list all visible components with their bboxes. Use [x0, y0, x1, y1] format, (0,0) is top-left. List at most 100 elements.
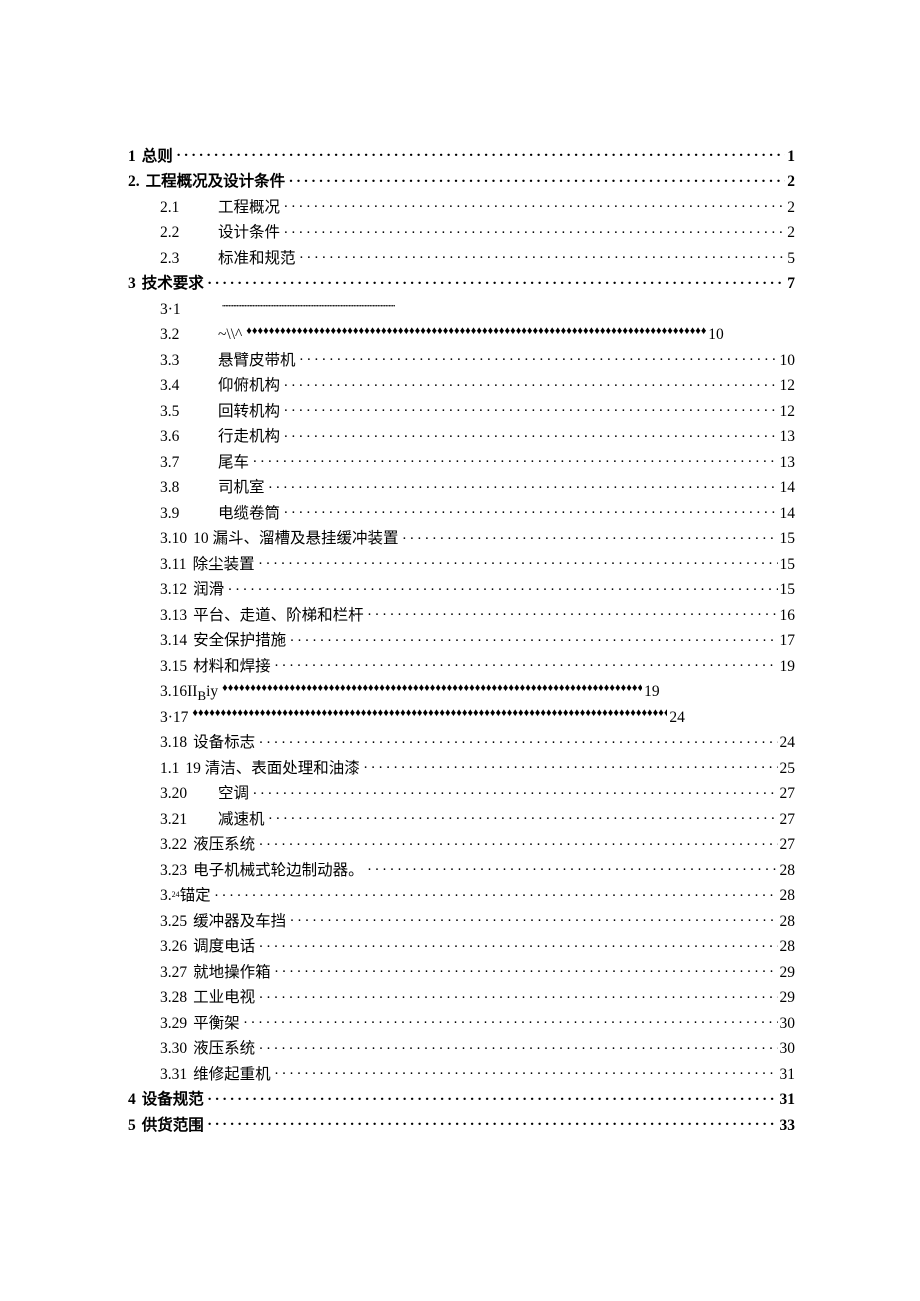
toc-row: 3.9电缆卷筒14: [128, 502, 795, 518]
toc-page-number: 30: [780, 1041, 796, 1057]
toc-leader: [259, 834, 777, 850]
toc-number: 3·1: [160, 302, 218, 318]
toc-title: 10 漏斗、溜槽及悬挂缓冲装置: [193, 531, 398, 547]
toc-page-number: 15: [780, 557, 796, 573]
toc-page-number: 30: [780, 1016, 796, 1032]
toc-number: 3.22: [160, 837, 187, 853]
toc-row: 2.工程概况及设计条件2: [128, 171, 795, 187]
toc-row: 3.30 液压系统 30: [128, 1038, 795, 1054]
toc-leader: [275, 1063, 778, 1079]
toc-leader: [215, 885, 778, 901]
toc-number: 3.2: [160, 327, 218, 343]
toc-number: 3.: [160, 888, 172, 904]
toc-leader: [259, 732, 777, 748]
toc-title: 3·17: [160, 710, 188, 726]
toc-page-number: 5: [787, 251, 795, 267]
toc-page-number: 27: [780, 837, 796, 853]
toc-page-number: 24: [780, 735, 796, 751]
toc-page-number: 25: [780, 761, 796, 777]
toc-title: 就地操作箱: [193, 965, 271, 981]
toc-leader: [208, 1114, 778, 1130]
toc-leader: [368, 859, 778, 875]
toc-number: 3.13: [160, 608, 187, 624]
toc-title: 工程概况及设计条件: [146, 174, 286, 190]
toc-number: 3.21: [160, 812, 218, 828]
toc-page-number: 2: [787, 225, 795, 241]
toc-page-number: 13: [780, 429, 796, 445]
toc-number: 3.30: [160, 1041, 187, 1057]
toc-row: 3.14安全保护措施17: [128, 630, 795, 646]
toc-row: 3.28工业电视29: [128, 987, 795, 1003]
toc-row: 3.23电子机械式轮边制动器。28: [128, 859, 795, 875]
toc-title: 仰俯机构: [218, 378, 280, 394]
toc-page-number: 2: [787, 174, 795, 190]
toc-number: 3.29: [160, 1016, 187, 1032]
toc-leader: [253, 783, 777, 799]
toc-leader: [228, 579, 777, 595]
toc-leader: [269, 808, 778, 824]
toc-leader: [208, 273, 785, 289]
toc-row: 3.7尾车13: [128, 451, 795, 467]
toc-title: 液压系统: [193, 1041, 255, 1057]
toc-title: 工程概况: [218, 200, 280, 216]
toc-leader: [222, 298, 422, 314]
toc-number: 3.6: [160, 429, 218, 445]
toc-leader: [269, 477, 778, 493]
toc-title: 缓冲器及车挡: [193, 914, 286, 930]
toc-page-number: 27: [780, 812, 796, 828]
toc-row: 3.11除尘装置15: [128, 553, 795, 569]
toc-leader: [275, 655, 778, 671]
toc-title: 平衡架: [193, 1016, 240, 1032]
toc-title: 3.16IIBiy: [160, 684, 218, 703]
toc-page-number: 28: [780, 939, 796, 955]
toc-subscript: 24: [172, 891, 180, 899]
toc-title: ~\\^: [218, 327, 242, 343]
toc-page: 1总则12.工程概况及设计条件22.1工程概况22.2设计条件22.3标准和规范…: [0, 0, 920, 1301]
toc-title: 除尘装置: [193, 557, 255, 573]
toc-page-number: 2: [787, 200, 795, 216]
toc-page-number: 31: [780, 1092, 796, 1108]
toc-title: 供货范围: [142, 1118, 204, 1134]
toc-number: 2.3: [160, 251, 218, 267]
toc-leader: [368, 604, 778, 620]
toc-number: 3.10: [160, 531, 187, 547]
toc-page-number: 10: [780, 353, 796, 369]
toc-page-number: 7: [787, 276, 795, 292]
toc-row: 3.26调度电话28: [128, 936, 795, 952]
toc-row: 5供货范围33: [128, 1114, 795, 1130]
toc-number: 1: [128, 149, 136, 165]
toc-leader: [259, 936, 777, 952]
toc-leader: [284, 400, 777, 416]
toc-page-number: 28: [780, 863, 796, 879]
toc-leader: [208, 1089, 778, 1105]
toc-row: 3.4仰俯机构12: [128, 375, 795, 391]
toc-number: 3.18: [160, 735, 187, 751]
toc-title: 设备标志: [193, 735, 255, 751]
toc-leader: [275, 961, 778, 977]
toc-title: 总则: [142, 149, 173, 165]
toc-title: 电子机械式轮边制动器。: [193, 863, 364, 879]
toc-row: 3·1: [128, 298, 795, 314]
toc-leader: [259, 987, 777, 1003]
toc-title: 工业电视: [193, 990, 255, 1006]
toc-title: 技术要求: [142, 276, 204, 292]
toc-leader: [284, 222, 785, 238]
toc-row: 3.21减速机27: [128, 808, 795, 824]
toc-title: 锚定: [180, 888, 211, 904]
toc-title: 材料和焊接: [193, 659, 271, 675]
toc-leader: [403, 528, 778, 544]
toc-page-number: 28: [780, 888, 796, 904]
toc-number: 1.1: [160, 761, 179, 777]
toc-page-number: 19: [780, 659, 796, 675]
toc-number: 3: [128, 276, 136, 292]
toc-title: 悬臂皮带机: [218, 353, 296, 369]
toc-leader: [284, 375, 777, 391]
toc-leader: [289, 171, 785, 187]
toc-leader: [290, 630, 777, 646]
toc-leader: [222, 681, 642, 697]
toc-page-number: 24: [669, 710, 685, 726]
toc-row: 3.1010 漏斗、溜槽及悬挂缓冲装置15: [128, 528, 795, 544]
toc-page-number: 16: [780, 608, 796, 624]
toc-title: 减速机: [218, 812, 265, 828]
toc-row: 3.5回转机构12: [128, 400, 795, 416]
